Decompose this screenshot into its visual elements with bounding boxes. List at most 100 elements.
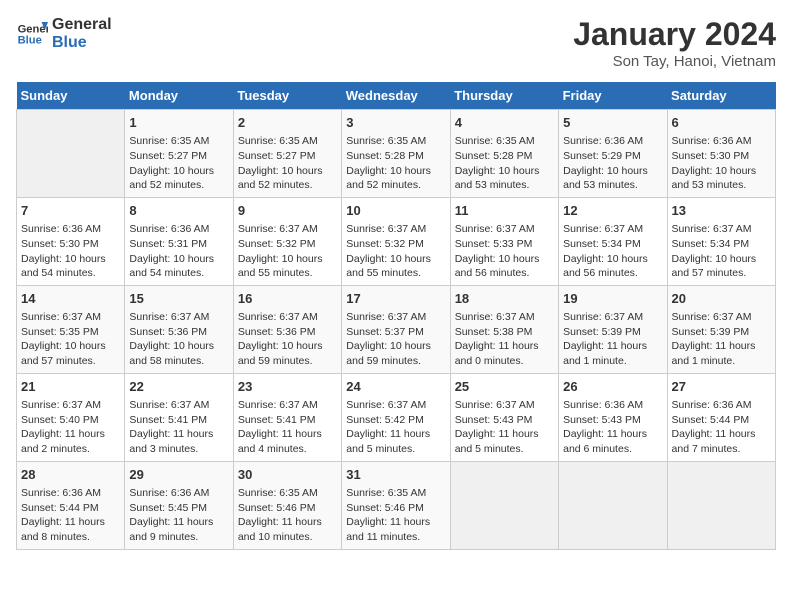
day-number: 23 — [238, 378, 337, 396]
calendar-cell: 9 Sunrise: 6:37 AMSunset: 5:32 PMDaylight… — [233, 197, 341, 285]
day-details: Sunrise: 6:37 AMSunset: 5:36 PMDaylight:… — [238, 310, 337, 369]
day-details: Sunrise: 6:37 AMSunset: 5:37 PMDaylight:… — [346, 310, 445, 369]
day-details: Sunrise: 6:37 AMSunset: 5:42 PMDaylight:… — [346, 398, 445, 457]
day-details: Sunrise: 6:37 AMSunset: 5:34 PMDaylight:… — [672, 222, 771, 281]
calendar-subtitle: Son Tay, Hanoi, Vietnam — [573, 53, 776, 70]
calendar-cell: 21Sunrise: 6:37 AMSunset: 5:40 PMDayligh… — [17, 373, 125, 461]
day-details: Sunrise: 6:37 AMSunset: 5:41 PMDaylight:… — [238, 398, 337, 457]
calendar-cell — [667, 461, 775, 549]
title-block: January 2024 Son Tay, Hanoi, Vietnam — [573, 16, 776, 70]
week-row-4: 21Sunrise: 6:37 AMSunset: 5:40 PMDayligh… — [17, 373, 776, 461]
day-details: Sunrise: 6:35 AMSunset: 5:27 PMDaylight:… — [238, 134, 337, 193]
day-details: Sunrise: 6:37 AMSunset: 5:33 PMDaylight:… — [455, 222, 554, 281]
day-details: Sunrise: 6:37 AMSunset: 5:32 PMDaylight:… — [238, 222, 337, 281]
day-details: Sunrise: 6:37 AMSunset: 5:39 PMDaylight:… — [672, 310, 771, 369]
calendar-cell: 22 Sunrise: 6:37 AMSunset: 5:41 PMDayligh… — [125, 373, 233, 461]
day-number: 29 — [129, 466, 228, 484]
calendar-cell: 19 Sunrise: 6:37 AMSunset: 5:39 PMDayligh… — [559, 285, 667, 373]
header-day-wednesday: Wednesday — [342, 82, 450, 110]
day-details: Sunrise: 6:36 AMSunset: 5:45 PMDaylight:… — [129, 486, 228, 545]
day-number: 26 — [563, 378, 662, 396]
day-details: Sunrise: 6:37 AMSunset: 5:41 PMDaylight:… — [129, 398, 228, 457]
calendar-cell: 12Sunrise: 6:37 AMSunset: 5:34 PMDayligh… — [559, 197, 667, 285]
day-number: 22 — [129, 378, 228, 396]
calendar-cell: 14 Sunrise: 6:37 AMSunset: 5:35 PMDayligh… — [17, 285, 125, 373]
day-details: Sunrise: 6:37 AMSunset: 5:35 PMDaylight:… — [21, 310, 120, 369]
day-number: 6 — [672, 114, 771, 132]
calendar-cell: 7 Sunrise: 6:36 AMSunset: 5:30 PMDaylight… — [17, 197, 125, 285]
day-number: 25 — [455, 378, 554, 396]
header-day-friday: Friday — [559, 82, 667, 110]
logo-text-general: General — [52, 16, 112, 34]
day-details: Sunrise: 6:35 AMSunset: 5:46 PMDaylight:… — [238, 486, 337, 545]
calendar-cell — [17, 110, 125, 198]
calendar-cell — [450, 461, 558, 549]
day-number: 19 — [563, 290, 662, 308]
day-details: Sunrise: 6:37 AMSunset: 5:43 PMDaylight:… — [455, 398, 554, 457]
calendar-cell: 30 Sunrise: 6:35 AMSunset: 5:46 PMDayligh… — [233, 461, 341, 549]
day-number: 14 — [21, 290, 120, 308]
calendar-cell: 6 Sunrise: 6:36 AMSunset: 5:30 PMDaylight… — [667, 110, 775, 198]
calendar-cell: 13Sunrise: 6:37 AMSunset: 5:34 PMDayligh… — [667, 197, 775, 285]
calendar-cell: 10 Sunrise: 6:37 AMSunset: 5:32 PMDayligh… — [342, 197, 450, 285]
day-number: 4 — [455, 114, 554, 132]
day-details: Sunrise: 6:37 AMSunset: 5:32 PMDaylight:… — [346, 222, 445, 281]
day-number: 7 — [21, 202, 120, 220]
svg-text:Blue: Blue — [18, 35, 42, 47]
calendar-table: SundayMondayTuesdayWednesdayThursdayFrid… — [16, 82, 776, 550]
logo: General Blue General Blue — [16, 16, 112, 52]
calendar-cell: 18 Sunrise: 6:37 AMSunset: 5:38 PMDayligh… — [450, 285, 558, 373]
calendar-cell: 1Sunrise: 6:35 AMSunset: 5:27 PMDaylight… — [125, 110, 233, 198]
calendar-cell: 23 Sunrise: 6:37 AMSunset: 5:41 PMDayligh… — [233, 373, 341, 461]
calendar-cell: 16 Sunrise: 6:37 AMSunset: 5:36 PMDayligh… — [233, 285, 341, 373]
day-number: 3 — [346, 114, 445, 132]
logo-text-blue: Blue — [52, 34, 112, 52]
logo-icon: General Blue — [16, 18, 48, 50]
day-number: 9 — [238, 202, 337, 220]
page-header: General Blue General Blue January 2024 S… — [16, 16, 776, 70]
day-details: Sunrise: 6:37 AMSunset: 5:36 PMDaylight:… — [129, 310, 228, 369]
day-number: 30 — [238, 466, 337, 484]
week-row-1: 1 Sunrise: 6:35 AMSunset: 5:27 PMDaylight… — [17, 110, 776, 198]
day-number: 15 — [129, 290, 228, 308]
week-row-2: 7 Sunrise: 6:36 AMSunset: 5:30 PMDaylight… — [17, 197, 776, 285]
calendar-cell: 8 Sunrise: 6:36 AMSunset: 5:31 PMDaylight… — [125, 197, 233, 285]
header-day-monday: Monday — [125, 82, 233, 110]
day-number: 17 — [346, 290, 445, 308]
calendar-cell: 26Sunrise: 6:36 AMSunset: 5:43 PMDayligh… — [559, 373, 667, 461]
day-number: 1 — [129, 114, 228, 132]
day-number: 5 — [563, 114, 662, 132]
day-number: 18 — [455, 290, 554, 308]
day-details: Sunrise: 6:36 AMSunset: 5:44 PMDaylight:… — [21, 486, 120, 545]
day-number: 12 — [563, 202, 662, 220]
day-number: 27 — [672, 378, 771, 396]
day-details: Sunrise: 6:37 AMSunset: 5:38 PMDaylight:… — [455, 310, 554, 369]
day-number: 24 — [346, 378, 445, 396]
header-day-sunday: Sunday — [17, 82, 125, 110]
calendar-cell: 11Sunrise: 6:37 AMSunset: 5:33 PMDayligh… — [450, 197, 558, 285]
day-details: Sunrise: 6:36 AMSunset: 5:30 PMDaylight:… — [672, 134, 771, 193]
day-number: 10 — [346, 202, 445, 220]
day-details: Sunrise: 6:36 AMSunset: 5:44 PMDaylight:… — [672, 398, 771, 457]
day-details: Sunrise: 6:37 AMSunset: 5:39 PMDaylight:… — [563, 310, 662, 369]
calendar-cell: 24 Sunrise: 6:37 AMSunset: 5:42 PMDayligh… — [342, 373, 450, 461]
day-number: 28 — [21, 466, 120, 484]
day-details: Sunrise: 6:37 AMSunset: 5:40 PMDaylight:… — [21, 398, 120, 457]
day-details: Sunrise: 6:35 AMSunset: 5:28 PMDaylight:… — [346, 134, 445, 193]
day-details: Sunrise: 6:36 AMSunset: 5:30 PMDaylight:… — [21, 222, 120, 281]
calendar-cell: 2 Sunrise: 6:35 AMSunset: 5:27 PMDaylight… — [233, 110, 341, 198]
week-row-3: 14 Sunrise: 6:37 AMSunset: 5:35 PMDayligh… — [17, 285, 776, 373]
day-number: 2 — [238, 114, 337, 132]
calendar-cell: 29 Sunrise: 6:36 AMSunset: 5:45 PMDayligh… — [125, 461, 233, 549]
day-number: 8 — [129, 202, 228, 220]
day-number: 20 — [672, 290, 771, 308]
calendar-cell: 15 Sunrise: 6:37 AMSunset: 5:36 PMDayligh… — [125, 285, 233, 373]
day-details: Sunrise: 6:36 AMSunset: 5:31 PMDaylight:… — [129, 222, 228, 281]
calendar-cell: 28 Sunrise: 6:36 AMSunset: 5:44 PMDayligh… — [17, 461, 125, 549]
day-details: Sunrise: 6:35 AMSunset: 5:46 PMDaylight:… — [346, 486, 445, 545]
calendar-cell: 27 Sunrise: 6:36 AMSunset: 5:44 PMDayligh… — [667, 373, 775, 461]
day-number: 16 — [238, 290, 337, 308]
calendar-cell: 3 Sunrise: 6:35 AMSunset: 5:28 PMDaylight… — [342, 110, 450, 198]
calendar-cell: 4Sunrise: 6:35 AMSunset: 5:28 PMDaylight… — [450, 110, 558, 198]
calendar-cell: 31Sunrise: 6:35 AMSunset: 5:46 PMDayligh… — [342, 461, 450, 549]
